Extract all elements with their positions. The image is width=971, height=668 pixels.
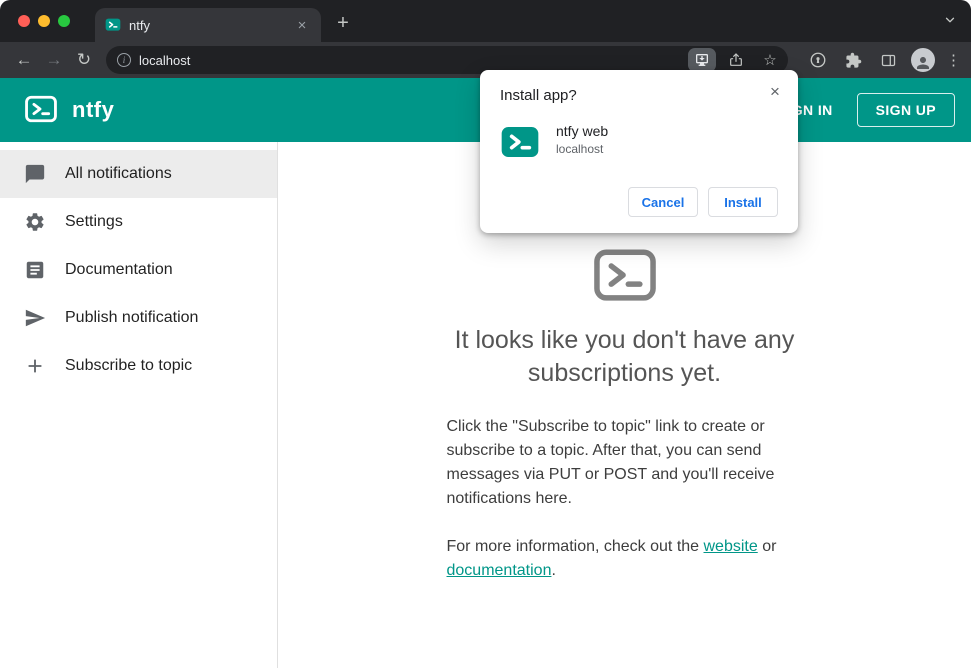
- dialog-app-info: ntfy web localhost: [556, 123, 608, 156]
- dialog-app-origin: localhost: [556, 142, 604, 156]
- install-app-dialog: Install app? × ntfy web localhost Cancel…: [480, 70, 798, 233]
- dialog-title: Install app?: [500, 87, 577, 104]
- empty-state-body: Click the "Subscribe to topic" link to c…: [446, 418, 775, 507]
- extensions-area: ⋮: [806, 48, 961, 72]
- zoom-window-button[interactable]: [58, 15, 70, 27]
- more-info-paragraph: For more information, check out the webs…: [447, 535, 803, 583]
- more-info-prefix: For more information, check out the: [446, 538, 704, 555]
- profile-avatar[interactable]: [911, 48, 935, 72]
- reload-icon[interactable]: ↻: [70, 46, 98, 74]
- ntfy-app-icon: [501, 127, 539, 157]
- sidebar-item-all-notifications[interactable]: All notifications: [0, 150, 277, 198]
- share-icon[interactable]: [722, 48, 750, 72]
- website-link[interactable]: website: [704, 538, 758, 555]
- sidebar-item-publish-notification[interactable]: Publish notification: [0, 294, 277, 342]
- sidebar-item-label: All notifications: [65, 165, 172, 182]
- gear-icon: [23, 210, 47, 234]
- side-panel-icon[interactable]: [876, 48, 900, 72]
- traffic-lights: [18, 15, 70, 27]
- documentation-link[interactable]: documentation: [447, 562, 552, 579]
- browser-tab[interactable]: ntfy ×: [95, 8, 321, 42]
- install-app-icon[interactable]: [688, 48, 716, 72]
- ntfy-empty-state-logo-icon: [593, 249, 656, 301]
- back-icon[interactable]: ←: [10, 46, 38, 74]
- site-info-icon[interactable]: i: [117, 53, 131, 67]
- close-window-button[interactable]: [18, 15, 30, 27]
- tab-title: ntfy: [129, 17, 150, 33]
- tab-strip: ntfy × +: [0, 0, 971, 42]
- cancel-button[interactable]: Cancel: [628, 187, 698, 217]
- chat-icon: [23, 162, 47, 186]
- dialog-app-row: ntfy web localhost: [500, 123, 778, 163]
- sidebar-item-documentation[interactable]: Documentation: [0, 246, 277, 294]
- sidebar-item-label: Subscribe to topic: [65, 357, 193, 374]
- brand-name: ntfy: [72, 97, 115, 122]
- new-tab-button[interactable]: +: [329, 9, 357, 37]
- install-button[interactable]: Install: [708, 187, 778, 217]
- sidebar-item-label: Documentation: [65, 261, 173, 278]
- sign-up-button[interactable]: SIGN UP: [856, 93, 955, 127]
- dialog-actions: Cancel Install: [500, 187, 778, 217]
- empty-state-heading: It looks like you don't have any subscri…: [454, 326, 795, 387]
- omnibox-actions: ☆: [688, 48, 784, 72]
- forward-icon[interactable]: →: [40, 46, 68, 74]
- tab-search-chevron-icon[interactable]: [943, 13, 957, 27]
- extensions-puzzle-icon[interactable]: [841, 48, 865, 72]
- ntfy-logo-icon: [25, 95, 57, 123]
- send-icon: [23, 306, 47, 330]
- sidebar: All notifications Settings Documentation…: [0, 142, 278, 668]
- minimize-window-button[interactable]: [38, 15, 50, 27]
- sidebar-item-label: Settings: [65, 213, 123, 230]
- sidebar-item-subscribe-to-topic[interactable]: Subscribe to topic: [0, 342, 277, 390]
- plus-icon: [23, 354, 47, 378]
- bookmark-star-icon[interactable]: ☆: [756, 48, 784, 72]
- browser-menu-icon[interactable]: ⋮: [946, 51, 961, 69]
- tab-close-icon[interactable]: ×: [293, 16, 311, 34]
- ntfy-favicon: [105, 18, 121, 31]
- sidebar-item-label: Publish notification: [65, 309, 199, 326]
- browser-window: ntfy × + ← → ↻ i localhost ☆ ⋮ ntfy SIGN…: [0, 0, 971, 668]
- dialog-close-icon[interactable]: ×: [764, 80, 786, 102]
- password-manager-extension-icon[interactable]: [806, 48, 830, 72]
- dialog-app-name: ntfy web: [556, 123, 609, 139]
- article-icon: [23, 258, 47, 282]
- more-info-middle: or: [757, 538, 777, 555]
- more-info-suffix: .: [551, 562, 556, 579]
- url-text: localhost: [139, 52, 191, 68]
- sidebar-item-settings[interactable]: Settings: [0, 198, 277, 246]
